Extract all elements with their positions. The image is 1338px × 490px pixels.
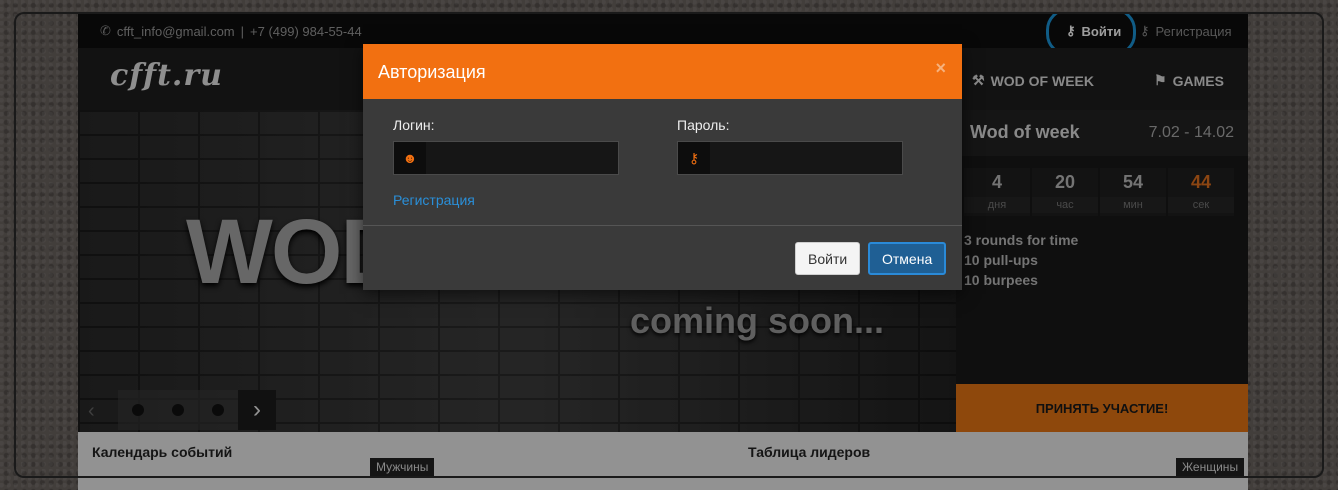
password-input[interactable] [710,142,902,174]
login-input[interactable] [426,142,618,174]
modal-header: Авторизация × [363,44,962,99]
login-label: Логин: [393,117,435,133]
register-link-modal[interactable]: Регистрация [393,192,475,208]
modal-footer: Войти Отмена [363,225,962,291]
auth-modal: Авторизация × Логин: ☻ Пароль: ⚷ Регистр… [363,44,962,290]
password-label: Пароль: [677,117,730,133]
modal-title: Авторизация [378,62,486,82]
cancel-button[interactable]: Отмена [868,242,947,275]
close-icon[interactable]: × [935,58,946,79]
key-icon: ⚷ [678,142,710,174]
login-field[interactable]: ☻ [393,141,619,175]
password-field[interactable]: ⚷ [677,141,903,175]
user-icon: ☻ [394,142,426,174]
submit-button[interactable]: Войти [795,242,861,275]
